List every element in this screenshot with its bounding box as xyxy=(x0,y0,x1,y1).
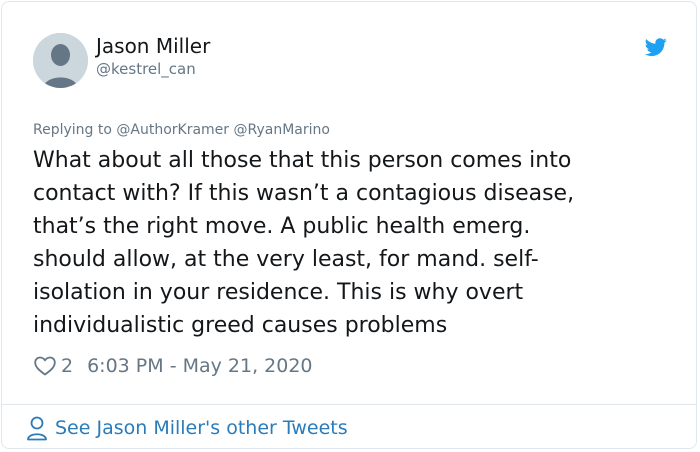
divider xyxy=(2,404,696,405)
tweet-text-line: individualistic greed causes problems xyxy=(33,313,448,338)
reply-mention-link[interactable]: @RyanMarino xyxy=(234,122,330,138)
person-icon xyxy=(27,416,47,441)
avatar[interactable] xyxy=(33,33,88,88)
tweet-text-line: should allow, at the very least, for man… xyxy=(33,247,539,272)
author-name[interactable]: Jason Miller xyxy=(96,34,210,58)
tweet-text: What about all those that this person co… xyxy=(33,144,673,342)
heart-icon[interactable] xyxy=(33,354,57,378)
replying-to: Replying to @AuthorKramer @RyanMarino xyxy=(33,122,330,138)
tweet-card: Jason Miller @kestrel_can Replying to @A… xyxy=(1,1,697,449)
tweet-timestamp[interactable]: 6:03 PM - May 21, 2020 xyxy=(87,355,312,377)
reply-mention-link[interactable]: @AuthorKramer xyxy=(116,122,229,138)
twitter-bird-icon[interactable] xyxy=(643,36,669,58)
see-other-tweets-link[interactable]: See Jason Miller's other Tweets xyxy=(26,415,348,441)
default-avatar-icon xyxy=(33,33,88,88)
tweet-meta: 2 6:03 PM - May 21, 2020 xyxy=(33,352,313,380)
tweet-text-line: isolation in your residence. This is why… xyxy=(33,280,524,305)
tweet-text-line: that’s the right move. A public health e… xyxy=(33,214,531,239)
like-count: 2 xyxy=(61,355,74,377)
see-other-tweets-label: See Jason Miller's other Tweets xyxy=(55,417,348,439)
replying-prefix: Replying to xyxy=(33,122,112,138)
tweet-text-line: What about all those that this person co… xyxy=(33,148,572,173)
tweet-text-line: contact with? If this wasn’t a contagiou… xyxy=(33,181,575,206)
author-handle[interactable]: @kestrel_can xyxy=(96,60,196,78)
